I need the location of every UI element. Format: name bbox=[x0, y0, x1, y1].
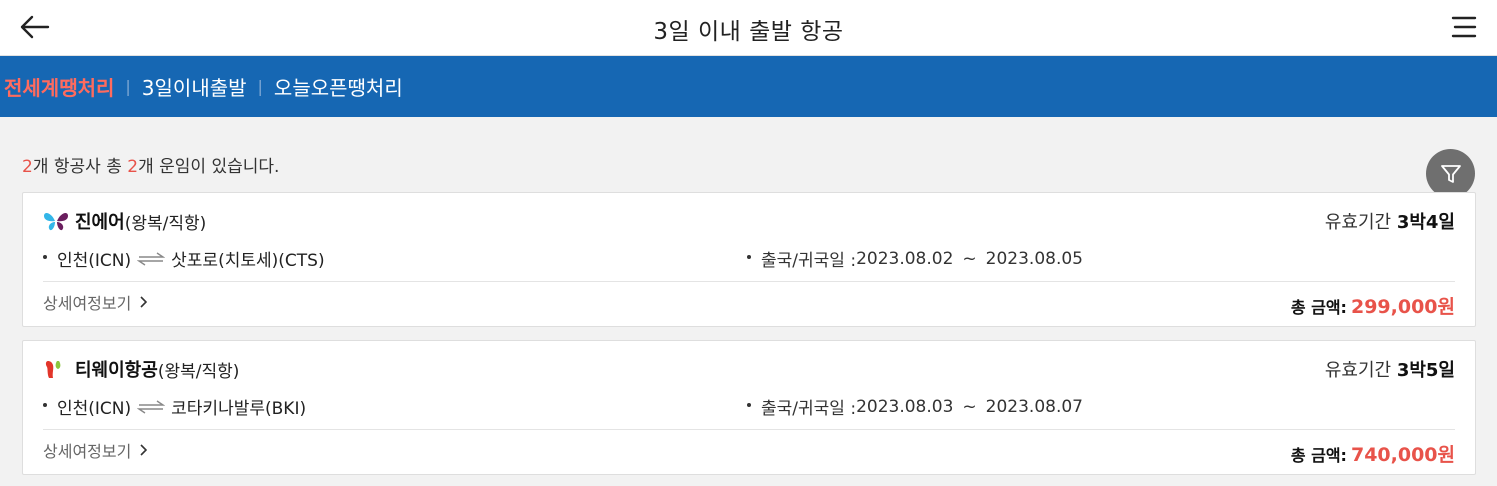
bullet-icon bbox=[43, 402, 47, 407]
tway-logo-icon bbox=[45, 361, 61, 378]
fare-count: 2 bbox=[127, 157, 139, 177]
tab-depart-within-3-days[interactable]: 3일이내출발 bbox=[142, 72, 247, 101]
page-title: 3일 이내 출발 항공 bbox=[653, 19, 844, 45]
price-value: 740,000원 bbox=[1350, 444, 1455, 466]
trip-type: (왕복/직항) bbox=[124, 213, 207, 234]
funnel-filter-icon bbox=[1440, 164, 1461, 183]
bullet-icon bbox=[747, 254, 751, 259]
card-divider bbox=[43, 429, 1455, 430]
jinair-butterfly-logo-icon bbox=[44, 213, 68, 231]
tab-worldwide-lastminute[interactable]: 전세계땡처리 bbox=[4, 72, 114, 101]
date-range-tilde: ~ bbox=[962, 248, 977, 269]
validity-period: 유효기간 3박5일 bbox=[1325, 356, 1455, 382]
chevron-right-icon bbox=[140, 444, 148, 456]
route-destination: 코타키나발루(BKI) bbox=[171, 399, 307, 419]
total-label: 총 금액: bbox=[1290, 298, 1347, 317]
view-itinerary-label: 상세여정보기 bbox=[43, 442, 132, 461]
airline-name: 티웨이항공 bbox=[75, 360, 158, 381]
dates-label: 출국/귀국일 : bbox=[761, 399, 857, 419]
card-divider bbox=[43, 281, 1455, 282]
return-date: 2023.08.07 bbox=[985, 396, 1083, 417]
validity-value: 3박5일 bbox=[1396, 360, 1455, 381]
fare-card[interactable]: 티웨이항공 (왕복/직항) 유효기간 3박5일 인천(ICN) 코타키나발루(BK… bbox=[22, 340, 1476, 475]
total-price: 총 금액: 299,000원 bbox=[1291, 292, 1455, 319]
airline-title: 진에어 (왕복/직항) bbox=[43, 208, 206, 234]
route: 인천(ICN) 코타키나발루(BKI) bbox=[43, 394, 306, 419]
airline-title: 티웨이항공 (왕복/직항) bbox=[43, 356, 239, 382]
app-header: 3일 이내 출발 항공 bbox=[0, 0, 1497, 56]
total-label: 총 금액: bbox=[1290, 446, 1347, 465]
view-itinerary-link[interactable]: 상세여정보기 bbox=[43, 438, 148, 462]
summary-text: 개 항공사 총 bbox=[32, 157, 128, 177]
tab-divider: | bbox=[125, 77, 131, 96]
summary-text: 개 운임이 있습니다. bbox=[138, 157, 280, 177]
chevron-right-icon bbox=[140, 296, 148, 308]
tab-divider: | bbox=[257, 77, 263, 96]
airline-name: 진에어 bbox=[75, 212, 125, 233]
result-summary: 2개 항공사 총 2개 운임이 있습니다. bbox=[22, 152, 279, 177]
price-value: 299,000원 bbox=[1350, 296, 1455, 318]
fare-card[interactable]: 진에어 (왕복/직항) 유효기간 3박4일 인천(ICN) 삿포로(치토세)(CT… bbox=[22, 192, 1476, 327]
view-itinerary-link[interactable]: 상세여정보기 bbox=[43, 290, 148, 314]
round-trip-arrows-icon bbox=[137, 399, 166, 414]
validity-label: 유효기간 bbox=[1324, 212, 1392, 233]
round-trip-arrows-icon bbox=[137, 251, 166, 266]
bullet-icon bbox=[43, 254, 47, 259]
route-origin: 인천(ICN) bbox=[57, 251, 132, 271]
travel-dates: 출국/귀국일 : 2023.08.03 ~ 2023.08.07 bbox=[747, 394, 1083, 419]
filter-button[interactable] bbox=[1426, 149, 1475, 198]
validity-label: 유효기간 bbox=[1324, 360, 1392, 381]
route-origin: 인천(ICN) bbox=[57, 399, 132, 419]
date-range-tilde: ~ bbox=[962, 396, 977, 417]
route-destination: 삿포로(치토세)(CTS) bbox=[171, 251, 325, 271]
depart-date: 2023.08.02 bbox=[856, 248, 954, 269]
airline-count: 2 bbox=[22, 157, 33, 177]
validity-period: 유효기간 3박4일 bbox=[1325, 208, 1455, 234]
category-tab-bar: 전세계땡처리 | 3일이내출발 | 오늘오픈땡처리 bbox=[0, 56, 1497, 117]
total-price: 총 금액: 740,000원 bbox=[1291, 440, 1455, 467]
view-itinerary-label: 상세여정보기 bbox=[43, 294, 132, 313]
return-date: 2023.08.05 bbox=[985, 248, 1083, 269]
tab-today-open-lastminute[interactable]: 오늘오픈땡처리 bbox=[274, 72, 403, 101]
bullet-icon bbox=[747, 402, 751, 407]
hamburger-menu-icon[interactable] bbox=[1451, 13, 1481, 41]
dates-label: 출국/귀국일 : bbox=[761, 251, 857, 271]
validity-value: 3박4일 bbox=[1396, 212, 1455, 233]
trip-type: (왕복/직항) bbox=[157, 361, 240, 382]
route: 인천(ICN) 삿포로(치토세)(CTS) bbox=[43, 246, 325, 271]
travel-dates: 출국/귀국일 : 2023.08.02 ~ 2023.08.05 bbox=[747, 246, 1083, 271]
depart-date: 2023.08.03 bbox=[856, 396, 954, 417]
